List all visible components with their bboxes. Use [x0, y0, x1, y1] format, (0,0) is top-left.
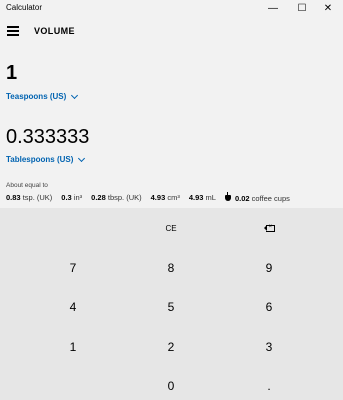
- equivalent-item: 0.02 coffee cups: [224, 192, 290, 203]
- hamburger-menu-icon[interactable]: [7, 26, 19, 36]
- to-unit-label: Tablespoons (US): [6, 155, 74, 164]
- keypad: CE × 7 8 9 4 5 6 1 2 3 0 .: [0, 208, 343, 400]
- equivalents-row: 0.83 tsp. (UK) 0.3 in³ 0.28 tbsp. (UK) 4…: [6, 192, 340, 203]
- to-unit-dropdown[interactable]: Tablespoons (US): [6, 154, 86, 164]
- equivalent-item: 0.3 in³: [61, 193, 83, 202]
- digit-6-button[interactable]: 6: [220, 295, 318, 319]
- from-value[interactable]: 1: [6, 62, 17, 85]
- equivalent-item: 4.93 mL: [188, 193, 216, 202]
- from-unit-label: Teaspoons (US): [6, 92, 67, 101]
- digit-3-button[interactable]: 3: [220, 335, 318, 359]
- title-bar: Calculator — ☐ ✕: [0, 0, 343, 17]
- chevron-down-icon: [78, 154, 86, 162]
- mode-title: VOLUME: [34, 26, 75, 36]
- equivalent-item: 0.83 tsp. (UK): [6, 193, 53, 202]
- digit-7-button[interactable]: 7: [24, 256, 122, 280]
- digit-2-button[interactable]: 2: [122, 335, 220, 359]
- to-value[interactable]: 0.333333: [6, 126, 89, 149]
- coffee-cup-icon: [224, 192, 232, 201]
- digit-1-button[interactable]: 1: [24, 335, 122, 359]
- digit-5-button[interactable]: 5: [122, 295, 220, 319]
- app-header: VOLUME: [0, 20, 343, 44]
- about-equal-label: About equal to: [6, 182, 48, 189]
- digit-9-button[interactable]: 9: [220, 256, 318, 280]
- equivalent-item: 4.93 cm³: [150, 193, 180, 202]
- decimal-button[interactable]: .: [220, 374, 318, 398]
- minimize-button[interactable]: —: [259, 0, 287, 17]
- backspace-icon: ×: [263, 224, 275, 232]
- close-button[interactable]: ✕: [314, 0, 342, 17]
- digit-0-button[interactable]: 0: [122, 374, 220, 398]
- chevron-down-icon: [71, 91, 79, 99]
- app-title: Calculator: [6, 3, 43, 12]
- backspace-button[interactable]: ×: [220, 216, 318, 240]
- equivalent-item: 0.28 tbsp. (UK): [91, 193, 142, 202]
- from-unit-dropdown[interactable]: Teaspoons (US): [6, 91, 79, 101]
- digit-4-button[interactable]: 4: [24, 295, 122, 319]
- maximize-button[interactable]: ☐: [288, 0, 316, 17]
- digit-8-button[interactable]: 8: [122, 256, 220, 280]
- clear-entry-button[interactable]: CE: [122, 216, 220, 240]
